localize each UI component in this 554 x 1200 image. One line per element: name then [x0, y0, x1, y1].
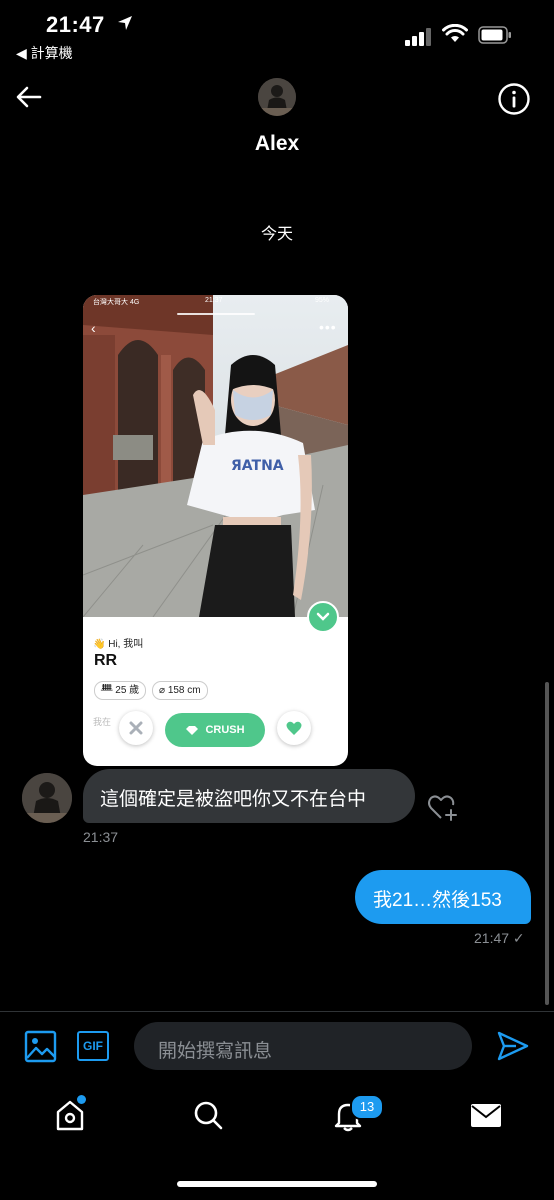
crush-badge: CRUSH	[165, 713, 265, 747]
mail-icon[interactable]	[468, 1097, 504, 1133]
sender-avatar[interactable]	[22, 773, 72, 823]
home-notification-dot	[77, 1095, 86, 1104]
status-time: 21:47	[46, 12, 105, 37]
card-carrier: 台灣大哥大 4G	[93, 299, 140, 306]
outgoing-message-text: 我21…然後153	[373, 890, 502, 911]
pass-icon	[119, 711, 153, 745]
date-separator: 今天	[260, 226, 293, 243]
age-text: 25 歲	[115, 685, 140, 696]
contact-name[interactable]: Alex	[0, 132, 554, 156]
shared-profile-card[interactable]: ЯATNA 台灣大哥大 4G 21:37 95% ‹ ••• 👋 Hi, 我叫 …	[83, 295, 348, 766]
info-icon[interactable]	[497, 82, 531, 116]
outgoing-timestamp: 21:47 ✓	[474, 930, 525, 946]
contact-avatar[interactable]	[258, 78, 296, 116]
incoming-timestamp: 21:37	[83, 829, 119, 845]
image-icon[interactable]	[24, 1030, 57, 1063]
gif-button[interactable]: GIF	[77, 1031, 109, 1061]
message-input-placeholder: 開始撰寫訊息	[158, 1041, 273, 1062]
home-indicator[interactable]	[177, 1181, 377, 1187]
notification-badge: 13	[350, 1094, 384, 1120]
crush-label: CRUSH	[205, 724, 245, 736]
back-to-app-link[interactable]: ◀ 計算機	[16, 43, 73, 63]
card-time: 21:37	[205, 297, 223, 304]
profile-photo: ЯATNA	[83, 295, 348, 617]
cellular-signal-icon	[405, 28, 431, 46]
photo-progress-indicator	[177, 313, 255, 315]
height-text: 158 cm	[167, 685, 201, 696]
diamond-icon	[186, 725, 199, 735]
height-pill: ⌀ 158 cm	[152, 681, 208, 700]
card-profile-name: RR	[94, 652, 118, 669]
card-more-icon: •••	[319, 319, 337, 335]
svg-text:ЯATNA: ЯATNA	[231, 458, 284, 474]
back-arrow-icon[interactable]	[14, 82, 44, 112]
like-heart-icon	[277, 711, 311, 745]
expand-chevron-icon	[307, 601, 339, 633]
composer-divider	[0, 1011, 554, 1012]
card-greeting: 👋 Hi, 我叫	[93, 639, 144, 650]
add-reaction-heart-icon[interactable]	[427, 792, 459, 822]
incoming-message-text: 這個確定是被盜吧你又不在台中	[100, 789, 367, 810]
gif-label: GIF	[83, 1039, 103, 1053]
card-status-bar: 台灣大哥大 4G 21:37 95%	[83, 295, 348, 309]
ruler-icon: ⌀	[159, 685, 166, 696]
wifi-icon	[442, 24, 468, 42]
card-faded-label: 我在	[93, 717, 112, 727]
location-arrow-icon	[118, 16, 132, 30]
age-pill: ᚙ 25 歲	[94, 681, 147, 700]
card-back-icon: ‹	[91, 320, 96, 336]
search-icon[interactable]	[190, 1097, 226, 1133]
send-icon[interactable]	[496, 1030, 530, 1062]
card-battery: 95%	[315, 297, 330, 304]
battery-icon	[478, 26, 511, 44]
cake-icon: ᚙ	[101, 685, 113, 696]
scrollbar[interactable]	[545, 682, 549, 1005]
